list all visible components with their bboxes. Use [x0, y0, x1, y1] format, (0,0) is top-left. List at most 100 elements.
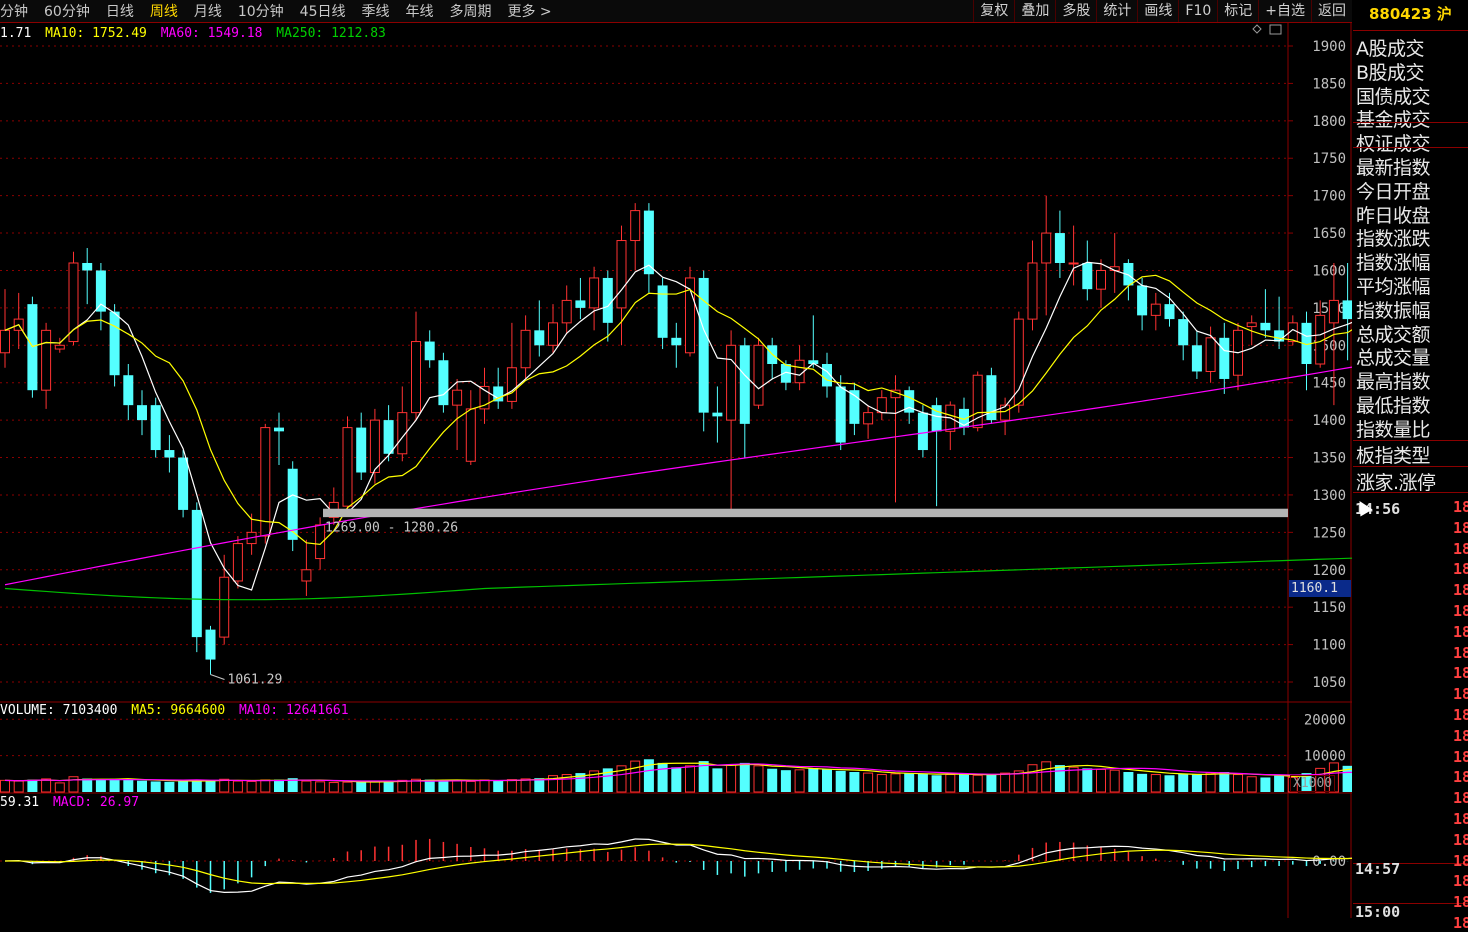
toolbar-button-3[interactable]: 统计	[1096, 0, 1137, 22]
candle-body	[356, 427, 367, 473]
price-tick-label: 1250	[1312, 525, 1346, 541]
tab-0[interactable]: 分钟	[0, 1, 36, 21]
volume-bar	[164, 781, 175, 792]
volume-bar	[219, 778, 230, 793]
candle-body	[548, 322, 558, 346]
volume-bar	[1164, 775, 1175, 792]
volume-ma5-value: MA5: 9664600	[131, 703, 226, 718]
index-code: 880423 沪	[1353, 0, 1468, 28]
volume-bar	[890, 773, 901, 793]
volume-bar	[452, 780, 463, 793]
tab-7[interactable]: 季线	[361, 1, 397, 21]
candle-body	[438, 360, 449, 406]
panel-time-2: 15:00	[1355, 903, 1401, 921]
volume-bar	[1137, 773, 1148, 792]
candle-body	[1013, 318, 1024, 406]
candle-body	[712, 412, 723, 417]
tab-1[interactable]: 60分钟	[44, 1, 98, 21]
candle-body	[219, 576, 230, 638]
toolbar-button-0[interactable]: 复权	[973, 0, 1014, 22]
panel-item-17[interactable]: 板指类型	[1356, 441, 1431, 468]
kline-chart[interactable]: 1900185018001750170016501600155015001450…	[0, 22, 1352, 918]
price-tick-label: 1900	[1312, 39, 1346, 55]
volume-bar	[1068, 766, 1079, 793]
price-tick-label: 1750	[1312, 151, 1346, 167]
volume-bar	[479, 779, 490, 793]
candle-body	[1219, 337, 1230, 379]
candle-body	[191, 509, 202, 638]
volume-bar	[1123, 772, 1134, 792]
info-panel: A股成交 B股成交 国债成交 基金成交 权证成交 最新指数 今日开盘 昨日收盘 指数涨跌 指数涨幅…	[1353, 30, 1468, 921]
tab-5[interactable]: 10分钟	[238, 1, 292, 21]
volume-bar	[506, 779, 517, 793]
candle-body	[1137, 285, 1148, 316]
tab-10[interactable]: 更多 >	[507, 1, 559, 21]
ma60-line	[4, 366, 1352, 586]
panel-tick-value: 18	[1453, 518, 1468, 537]
volume-bar	[1000, 772, 1011, 793]
candle-body	[917, 412, 928, 451]
volume-bar	[520, 778, 531, 793]
toolbar-button-1[interactable]: 叠加	[1014, 0, 1055, 22]
candle-body	[465, 408, 476, 462]
panel-tick-value: 18	[1453, 581, 1468, 600]
tab-2[interactable]: 日线	[106, 1, 142, 21]
candle-body	[561, 299, 572, 324]
toolbar-button-6[interactable]: 标记	[1217, 0, 1258, 22]
volume-bar	[274, 779, 284, 792]
candle-body	[1328, 299, 1339, 324]
volume-bar	[1178, 773, 1189, 792]
tab-3[interactable]: 周线	[150, 1, 186, 21]
volume-bar	[123, 780, 134, 792]
volume-bar	[931, 775, 942, 792]
crosshair-price-label: 1160.1	[1289, 580, 1351, 597]
volume-bar	[150, 781, 161, 792]
candle-body	[835, 386, 846, 443]
volume-bar	[205, 780, 216, 792]
panel-tick-value: 18	[1453, 830, 1468, 849]
toolbar-button-2[interactable]: 多股	[1055, 0, 1096, 22]
toolbar-button-4[interactable]: 画线	[1137, 0, 1178, 22]
tab-8[interactable]: 年线	[405, 1, 441, 21]
panel-tick-value: 18	[1453, 789, 1468, 808]
price-tick-label: 1400	[1312, 413, 1346, 429]
volume-unit-label: X1000	[1290, 775, 1336, 792]
panel-tick-value: 18	[1453, 602, 1468, 620]
volume-tick-label: 10000	[1304, 749, 1346, 765]
toolbar-button-8[interactable]: 返回	[1311, 0, 1352, 22]
candle-body	[383, 420, 394, 454]
candle-body	[1164, 304, 1175, 320]
tab-6[interactable]: 45日线	[300, 1, 354, 21]
panel-item-16[interactable]: 指数量比	[1356, 415, 1431, 442]
tab-4[interactable]: 月线	[194, 1, 230, 21]
candle-body	[1191, 345, 1202, 372]
volume-bar	[342, 781, 353, 793]
toolbar-button-5[interactable]: F10	[1178, 0, 1217, 22]
candle-body	[164, 450, 175, 458]
price-tick-label: 1150	[1312, 600, 1346, 616]
tab-9[interactable]: 多周期	[449, 1, 499, 21]
candle-body	[1096, 269, 1106, 290]
candle-body	[82, 262, 93, 271]
price-tick-label: 1450	[1312, 376, 1346, 392]
volume-bar	[1260, 777, 1271, 792]
volume-bar	[178, 780, 189, 792]
macd-value: MACD: 26.97	[52, 795, 140, 810]
volume-bar	[383, 781, 394, 792]
candle-body	[424, 341, 435, 361]
volume-bar	[191, 780, 202, 792]
volume-bar	[849, 772, 860, 792]
candle-body	[301, 569, 312, 582]
volume-bar	[1096, 768, 1106, 793]
volume-bar	[301, 780, 312, 793]
toolbar-button-7[interactable]: +自选	[1258, 0, 1311, 22]
candle-body	[671, 337, 682, 346]
volume-bar	[630, 760, 641, 793]
panel-tick-value: 18	[1453, 560, 1468, 579]
candle-body	[520, 329, 531, 369]
candle-body	[150, 405, 161, 451]
candle-body	[1041, 232, 1052, 264]
panel-tick-value: 18	[1453, 914, 1468, 932]
panel-tick-value: 18	[1453, 706, 1468, 724]
panel-tick-value: 18	[1453, 539, 1468, 558]
